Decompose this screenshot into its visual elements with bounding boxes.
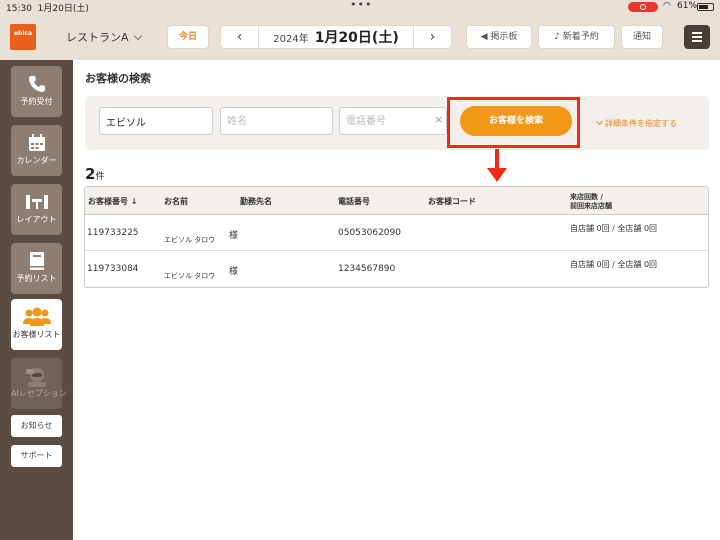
customer-number: 119733225 xyxy=(87,228,139,238)
visit-counts: 自店舗 0回 / 全店舗 0回 xyxy=(570,224,658,233)
news-button[interactable]: お知らせ xyxy=(11,415,62,437)
sidebar-item-ai-reception[interactable]: AIレセプション xyxy=(11,358,67,409)
annotation-arrow-head xyxy=(487,168,507,182)
sidebar-item-customer-list[interactable]: お客様リスト xyxy=(11,299,62,350)
kana-search-input[interactable] xyxy=(99,107,213,135)
table-header: お客様番号 ↓ お名前 勤務先名 電話番号 お客様コード 来店回数 / 前回来店… xyxy=(85,187,708,215)
customer-table: お客様番号 ↓ お名前 勤務先名 電話番号 お客様コード 来店回数 / 前回来店… xyxy=(84,186,709,288)
customer-phone: 05053062090 xyxy=(338,228,401,238)
sidebar: 予約受付 カレンダー レイアウト 予約リスト お客様リスト AIレセプション お… xyxy=(0,60,73,540)
support-button[interactable]: サポート xyxy=(11,445,62,467)
name-search-input[interactable] xyxy=(220,107,333,135)
customer-phone: 1234567890 xyxy=(338,264,396,274)
header-last-store: 前回来店店舗 xyxy=(570,202,612,210)
main-content: お客様の検索 × お客様を検索 詳細条件を指定する 2件 お客様番号 ↓ お名前… xyxy=(73,60,720,540)
header-phone: 電話番号 xyxy=(338,197,370,206)
new-reservations-button[interactable]: ♪ 新着予約 xyxy=(538,25,615,49)
book-icon xyxy=(11,243,62,273)
phone-search-input[interactable] xyxy=(339,107,447,135)
visit-counts: 自店舗 0回 / 全店舗 0回 xyxy=(570,260,658,269)
app-logo: ebica xyxy=(10,24,36,50)
battery-icon xyxy=(697,3,714,11)
sidebar-item-reservation-list[interactable]: 予約リスト xyxy=(11,243,62,294)
notifications-button[interactable]: 通知 xyxy=(621,25,663,49)
annotation-arrow xyxy=(495,149,499,169)
customer-number: 119733084 xyxy=(87,264,139,274)
customer-kana: エビソル タロウ xyxy=(164,236,216,244)
chevron-down-icon xyxy=(133,31,142,41)
bulletin-board-button[interactable]: ◀ 掲示板 xyxy=(466,25,532,49)
honorific: 様 xyxy=(229,231,239,241)
app-header: ebica レストランA 今日 ‹ 2024年 1月20日(土) › ◀ 掲示板 … xyxy=(0,14,720,60)
current-date[interactable]: 2024年 1月20日(土) xyxy=(259,26,413,48)
header-name: お名前 xyxy=(164,197,188,206)
hamburger-menu-icon[interactable] xyxy=(684,25,710,49)
sidebar-item-layout[interactable]: レイアウト xyxy=(11,184,62,235)
battery-percent: 61% xyxy=(677,1,698,11)
calendar-icon xyxy=(11,125,62,155)
advanced-search-link[interactable]: 詳細条件を指定する xyxy=(595,117,677,129)
previous-day-button[interactable]: ‹ xyxy=(221,26,259,48)
ai-reception-icon xyxy=(11,358,62,388)
date-navigator: ‹ 2024年 1月20日(土) › xyxy=(220,25,452,49)
wifi-icon: ◠ xyxy=(663,1,671,11)
clear-icon[interactable]: × xyxy=(434,113,443,126)
annotation-highlight-box xyxy=(447,97,580,148)
search-panel: × お客様を検索 詳細条件を指定する xyxy=(85,96,709,150)
screen-record-icon xyxy=(628,2,658,12)
honorific: 様 xyxy=(229,267,239,277)
customers-icon xyxy=(11,299,62,329)
chevron-down-icon xyxy=(595,117,604,126)
header-company: 勤務先名 xyxy=(240,197,272,206)
status-time: 15:30 1月20日(土) xyxy=(6,4,89,14)
layout-icon xyxy=(11,184,62,214)
chevron-right-icon: › xyxy=(429,29,436,45)
sidebar-item-calendar[interactable]: カレンダー xyxy=(11,125,62,176)
result-count: 2件 xyxy=(85,165,105,183)
customer-kana: エビソル タロウ xyxy=(164,272,216,280)
chevron-left-icon: ‹ xyxy=(236,29,243,45)
megaphone-icon: ◀ xyxy=(480,32,491,42)
header-customer-number[interactable]: お客様番号 ↓ xyxy=(88,196,138,207)
multitasking-dots-icon[interactable]: ••• xyxy=(350,0,372,11)
table-row[interactable]: 119733084 エビソル タロウ 様 1234567890 自店舗 0回 /… xyxy=(85,251,708,287)
today-button[interactable]: 今日 xyxy=(167,25,209,49)
table-row[interactable]: 119733225 エビソル タロウ 様 05053062090 自店舗 0回 … xyxy=(85,215,708,251)
sidebar-item-reservation[interactable]: 予約受付 xyxy=(11,66,62,117)
page-title: お客様の検索 xyxy=(85,72,151,85)
phone-icon xyxy=(11,66,62,96)
restaurant-selector[interactable]: レストランA xyxy=(66,29,142,45)
next-day-button[interactable]: › xyxy=(413,26,451,48)
status-bar: 15:30 1月20日(土) ••• ◠ 61% xyxy=(0,0,720,14)
bell-icon: ♪ xyxy=(554,32,563,42)
header-customer-code: お客様コード xyxy=(428,197,476,206)
